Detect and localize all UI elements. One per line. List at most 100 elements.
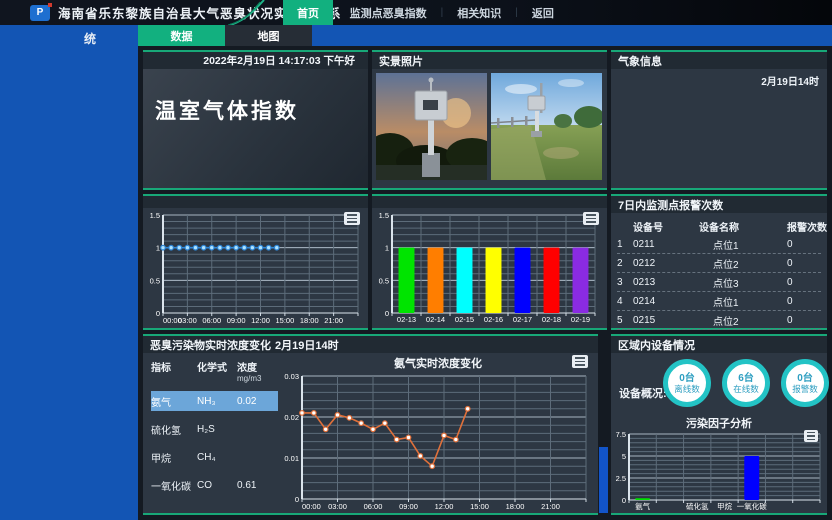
greeting-body: 温室气体指数 (143, 69, 368, 188)
device-stats: 0台 离线数 6台 在线数 0台 报警数 (663, 359, 829, 407)
svg-text:2.5: 2.5 (616, 474, 626, 483)
swoosh-decoration-icon (228, 0, 268, 25)
alarm-count: 0台 (797, 373, 813, 384)
pollution-factor-chart-wrap: 02.557.5氨气硫化氢甲烷一氧化碳 (613, 431, 824, 516)
svg-text:18:00: 18:00 (506, 502, 525, 511)
app-screen: P 海南省乐东黎族自治县大气恶臭状况实时发布系 首页 | 监测点恶臭指数 | 相… (0, 0, 832, 520)
table-row[interactable]: 氨气NH₃0.02 (151, 391, 278, 411)
svg-text:0.03: 0.03 (284, 372, 299, 381)
svg-text:5: 5 (622, 452, 626, 461)
chart-menu-icon[interactable] (572, 355, 588, 368)
pollution-factor-bar-chart: 02.557.5氨气硫化氢甲烷一氧化碳 (613, 431, 824, 511)
nav-item-back[interactable]: 返回 (518, 0, 568, 25)
devices-panel-title: 区域内设备情况 (611, 336, 827, 353)
svg-text:0.5: 0.5 (379, 276, 389, 285)
site-photo-field (491, 73, 604, 184)
svg-text:02-14: 02-14 (426, 315, 445, 324)
photos-body (372, 69, 607, 188)
nav-item-odor-index[interactable]: 监测点恶臭指数 (336, 0, 441, 25)
dashboard-content: 2022年2月19日 14:17:03 下午好 温室气体指数 实景照片 (138, 46, 832, 520)
chart-menu-icon[interactable] (583, 212, 599, 225)
chart-menu-icon[interactable] (804, 430, 818, 442)
table-row[interactable]: 一氧化碳CO0.61 (151, 475, 278, 495)
daily-bar-chart: 00.511.502-1302-1402-1502-1602-1702-1802… (372, 208, 603, 326)
column-alarm-count: 报警次数 (787, 219, 832, 234)
svg-text:02-19: 02-19 (571, 315, 590, 324)
svg-text:02-15: 02-15 (455, 315, 474, 324)
column-concentration: 浓度 (237, 359, 277, 374)
svg-text:0: 0 (385, 309, 389, 318)
table-row: 30213点位30 (617, 273, 821, 292)
table-row: 20212点位20 (617, 254, 821, 273)
daily-bar-chart-wrap: 00.511.502-1302-1402-1502-1602-1702-1802… (372, 208, 607, 331)
pollution-factor-title: 污染因子分析 (611, 415, 827, 431)
svg-text:1: 1 (385, 244, 389, 253)
stat-offline-count: 0台 离线数 (663, 359, 711, 407)
top-nav: 首页 | 监测点恶臭指数 | 相关知识 | 返回 (283, 0, 568, 25)
svg-text:21:00: 21:00 (324, 316, 343, 325)
alarm-table-header: # 设备号 设备名称 报警次数 (617, 217, 821, 235)
greenhouse-chart: 00.511.500:0003:0006:0009:0012:0015:0018… (143, 208, 368, 331)
greeting-panel: 2022年2月19日 14:17:03 下午好 温室气体指数 (143, 50, 368, 190)
svg-text:0.01: 0.01 (284, 454, 299, 463)
ammonia-line-chart: 00.010.020.0300:0003:0006:0009:0012:0015… (278, 371, 594, 512)
ammonia-chart-title: 氨气实时浓度变化 (278, 355, 598, 371)
tab-data[interactable]: 数据 (138, 25, 225, 46)
weather-panel-title: 气象信息 (611, 52, 827, 69)
svg-text:02-13: 02-13 (397, 315, 416, 324)
datetime-text: 2022年2月19日 14:17:03 下午好 (143, 52, 368, 69)
offline-label: 离线数 (674, 384, 700, 394)
scrollbar-thumb[interactable] (599, 447, 608, 513)
svg-text:硫化氢: 硫化氢 (686, 501, 709, 511)
table-row[interactable]: 甲烷CH₄ (151, 447, 278, 467)
odor-table: 指标 化学式 浓度 mg/m3 氨气NH₃0.02硫化氢H₂S甲烷CH₄一氧化碳… (143, 353, 278, 513)
column-formula: 化学式 (197, 359, 237, 374)
tab-map[interactable]: 地图 (225, 25, 312, 46)
svg-text:7.5: 7.5 (616, 431, 626, 439)
page-title: 温室气体指数 (143, 69, 368, 125)
svg-text:氨气: 氨气 (635, 501, 650, 511)
app-logo-icon: P (30, 5, 50, 21)
weather-body: 2月19日14时 (611, 69, 827, 188)
odor-title-text: 恶臭污染物实时浓度变化 (150, 337, 271, 353)
table-row[interactable]: 硫化氢H₂S (151, 419, 278, 439)
table-row: 50215点位20 (617, 311, 821, 330)
photos-panel-title: 实景照片 (372, 52, 607, 69)
alarm-panel-title: 7日内监测点报警次数 (611, 196, 827, 213)
top-bar: P 海南省乐东黎族自治县大气恶臭状况实时发布系 首页 | 监测点恶臭指数 | 相… (0, 0, 832, 25)
weather-time: 2月19日14时 (761, 73, 819, 88)
svg-text:06:00: 06:00 (202, 316, 221, 325)
nav-item-home[interactable]: 首页 (283, 0, 333, 25)
app-title-wrapped-char: 统 (84, 30, 96, 47)
online-label: 在线数 (733, 384, 759, 394)
devices-panel: 区域内设备情况 设备概况: 0台 离线数 6台 在线数 0台 报警数 (611, 334, 827, 515)
site-photo-sunset (376, 73, 489, 184)
chart-menu-icon[interactable] (344, 212, 360, 225)
svg-text:甲烷: 甲烷 (717, 501, 732, 511)
svg-text:09:00: 09:00 (227, 316, 246, 325)
stat-alarm-count: 0台 报警数 (781, 359, 829, 407)
nav-item-knowledge[interactable]: 相关知识 (443, 0, 515, 25)
svg-text:1: 1 (156, 244, 160, 253)
odor-panel-title: 恶臭污染物实时浓度变化 2月19日14时 (143, 336, 598, 353)
offline-count: 0台 (679, 373, 695, 384)
photos-panel: 实景照片 (372, 50, 607, 190)
svg-text:0: 0 (156, 309, 160, 318)
svg-text:02-17: 02-17 (513, 315, 532, 324)
daily-bar-panel: 00.511.502-1302-1402-1502-1602-1702-1802… (372, 194, 607, 330)
svg-text:12:00: 12:00 (435, 502, 454, 511)
column-indicator: 指标 (151, 359, 197, 374)
svg-text:12:00: 12:00 (251, 316, 270, 325)
svg-text:15:00: 15:00 (275, 316, 294, 325)
ammonia-chart-area: 氨气实时浓度变化 00.010.020.0300:0003:0006:0009:… (278, 353, 598, 513)
svg-text:0.02: 0.02 (284, 413, 299, 422)
svg-text:02-16: 02-16 (484, 315, 503, 324)
svg-text:0.5: 0.5 (150, 276, 160, 285)
column-device-name: 设备名称 (699, 219, 787, 234)
view-tabs: 数据 地图 (138, 25, 312, 46)
alarm-table-body: 10211点位1020212点位2030213点位3040214点位105021… (617, 235, 821, 349)
svg-text:0: 0 (295, 495, 299, 504)
svg-text:03:00: 03:00 (178, 316, 197, 325)
greenhouse-chart-panel: 00.511.500:0003:0006:0009:0012:0015:0018… (143, 194, 368, 330)
svg-text:03:00: 03:00 (328, 502, 347, 511)
